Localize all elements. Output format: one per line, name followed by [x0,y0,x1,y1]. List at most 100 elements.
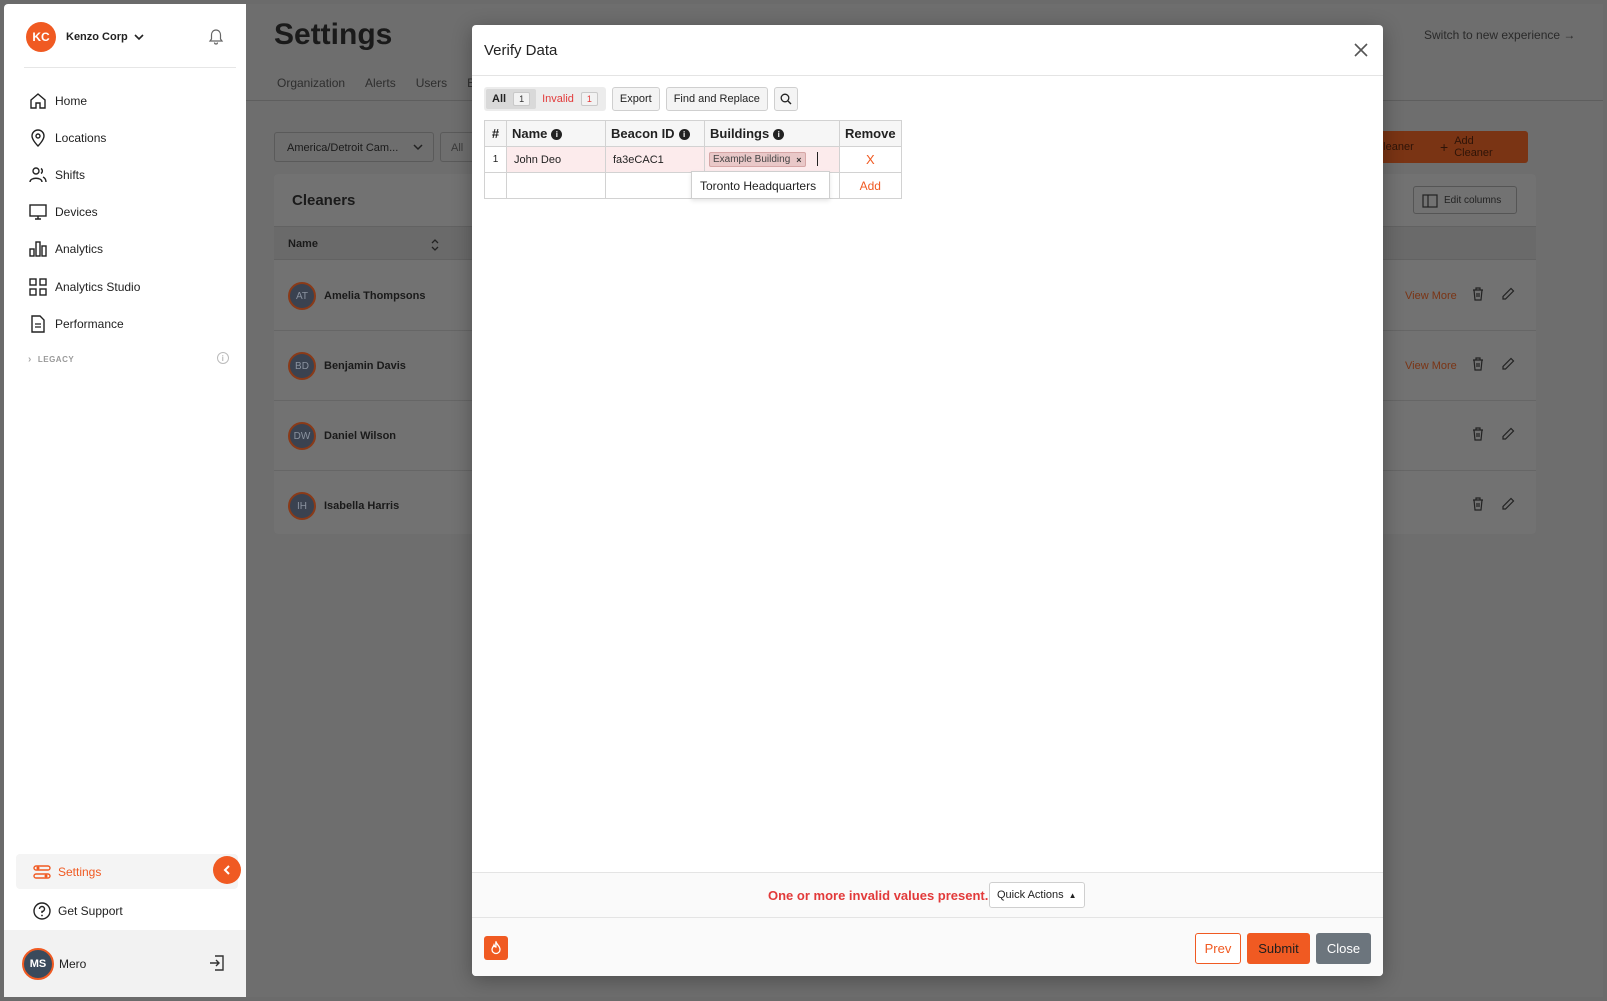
info-icon[interactable]: i [551,129,563,140]
timezone-value: America/Detroit Cam... [287,142,399,154]
cleaner-name: Benjamin Davis [324,360,406,372]
pencil-icon[interactable] [1500,356,1516,372]
trash-icon[interactable] [1470,356,1486,372]
modal-header: Verify Data [472,25,1383,76]
sidebar-item-support[interactable]: Get Support [32,901,123,921]
collapse-sidebar-button[interactable] [213,856,241,884]
logout-icon[interactable] [208,954,226,972]
flame-icon [491,941,501,955]
avatar[interactable]: MS [22,948,54,980]
pencil-icon[interactable] [1500,496,1516,512]
add-row-button[interactable]: Add [839,172,902,199]
org-switcher[interactable]: KC Kenzo Corp [26,22,145,52]
prev-button[interactable]: Prev [1195,933,1241,964]
empty-cell [484,172,507,199]
remove-row-button[interactable]: X [839,146,902,173]
sidebar-item-home[interactable]: Home [24,82,236,119]
sidebar: KC Kenzo Corp Home Locations Shifts Devi… [4,4,246,997]
column-header-label: Beacon ID [611,126,675,141]
pencil-icon[interactable] [1500,286,1516,302]
submit-button[interactable]: Submit [1247,933,1310,964]
edit-columns-button[interactable]: Edit columns [1413,186,1517,214]
trash-icon[interactable] [1470,496,1486,512]
pencil-icon[interactable] [1500,426,1516,442]
empty-cell[interactable] [605,172,705,199]
close-button[interactable]: Close [1316,933,1371,964]
settings-tabs: Organization Alerts Users Bu [277,76,482,90]
trash-icon[interactable] [1470,286,1486,302]
help-icon [33,902,51,920]
beacon-id-cell[interactable]: fa3eCAC1 [605,146,705,173]
text-cursor [816,152,818,167]
empty-cell[interactable] [506,172,606,199]
location-pin-icon [31,129,45,147]
caret-up-icon: ▲ [1068,890,1077,900]
sidebar-item-shifts[interactable]: Shifts [24,156,236,193]
chevron-down-icon [134,34,144,41]
page-title: Settings [274,18,393,51]
sidebar-item-label: Shifts [55,167,86,182]
sidebar-item-performance[interactable]: Performance [24,305,236,342]
info-icon: i [217,352,229,364]
sort-icon[interactable] [430,238,440,252]
invalid-values-message: One or more invalid values present. [768,888,989,903]
name-cell[interactable]: John Deo [506,146,606,173]
verify-toolbar: All 1 Invalid 1 Export Find and Replace [484,87,798,111]
column-header-name[interactable]: Name [288,238,318,250]
sidebar-item-analytics-studio[interactable]: Analytics Studio [24,268,236,305]
view-more-link[interactable]: View More [1405,290,1457,302]
quick-actions-dropdown[interactable]: Quick Actions ▲ [989,882,1085,908]
find-replace-button[interactable]: Find and Replace [665,87,768,111]
view-more-link[interactable]: View More [1405,360,1457,372]
export-button[interactable]: Export [611,87,660,111]
column-header-name: Name i [506,120,606,147]
legacy-label: LEGACY [37,355,75,364]
add-cleaner-button[interactable]: + Add Cleaner [1426,131,1528,163]
sidebar-item-analytics[interactable]: Analytics [24,231,236,268]
switch-experience-link[interactable]: Switch to new experience → [1424,28,1575,42]
columns-icon [1422,194,1438,208]
search-button[interactable] [773,87,798,111]
remove-chip-icon[interactable]: × [796,155,801,165]
info-icon[interactable]: i [678,129,690,140]
bell-icon[interactable] [207,28,225,46]
column-header-label: Name [512,126,548,141]
tab-organization[interactable]: Organization [277,76,345,90]
sidebar-item-devices[interactable]: Devices [24,194,236,231]
avatar: AT [288,282,316,310]
avatar: IH [288,492,316,520]
column-header-label: Buildings [710,126,770,141]
filter-invalid-button[interactable]: Invalid 1 [536,89,604,109]
info-icon[interactable]: i [773,129,785,140]
sidebar-item-label: Get Support [58,904,123,918]
sidebar-item-label: Home [55,93,88,108]
plus-icon: + [1440,139,1449,155]
org-avatar: KC [26,22,56,52]
timezone-select[interactable]: America/Detroit Cam... [274,132,434,162]
tab-users[interactable]: Users [416,76,447,90]
sidebar-nav: Home Locations Shifts Devices Analytics … [24,82,236,342]
building-chip: Example Building × [709,152,806,167]
flatfile-logo-button[interactable] [484,936,508,960]
filter-all-button[interactable]: All 1 [486,89,537,109]
buildings-cell[interactable]: Example Building × [704,146,840,173]
legacy-section-toggle[interactable]: › LEGACY i [28,352,229,365]
verify-data-modal: Verify Data All 1 Invalid 1 Export Find … [472,25,1383,976]
user-bar: MS Mero [4,930,246,997]
avatar: DW [288,422,316,450]
sidebar-item-label: Analytics Studio [55,279,141,294]
close-icon[interactable] [1352,41,1370,59]
building-suggestion-option[interactable]: Toronto Headquarters [691,171,830,199]
monitor-icon [29,204,47,220]
sidebar-item-locations[interactable]: Locations [24,119,236,156]
trash-icon[interactable] [1470,426,1486,442]
tab-alerts[interactable]: Alerts [365,76,396,90]
validation-bar: One or more invalid values present. Quic… [472,872,1383,917]
filter-all-label: All [492,93,507,105]
modal-title: Verify Data [484,42,558,59]
building-chip-label: Example Building [713,154,791,165]
filter-all-count: 1 [513,92,531,106]
cleaner-name: Daniel Wilson [324,430,397,442]
sidebar-item-label: Performance [55,316,124,331]
sidebar-item-settings[interactable]: Settings [16,854,238,889]
